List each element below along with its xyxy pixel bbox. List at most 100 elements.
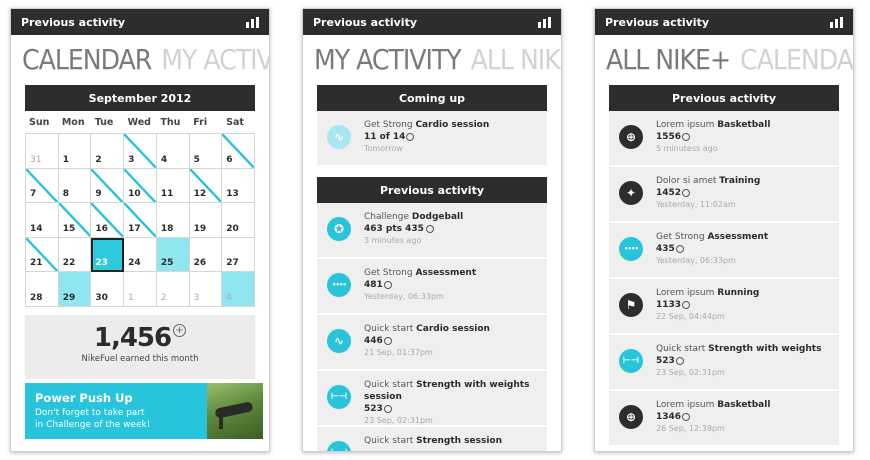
activity-item[interactable]: •••• Get Strong Assessment 481 Yesterday, 0… xyxy=(317,259,547,315)
tab-strip: CALENDARMY ACTIVITYA xyxy=(11,35,269,85)
calendar-day[interactable]: 6 xyxy=(222,134,255,169)
promo-banner[interactable]: Power Push Up Don't forget to take part … xyxy=(25,383,263,439)
calendar-day[interactable]: 8 xyxy=(58,168,92,203)
calendar-day[interactable]: 4 xyxy=(156,134,190,169)
calendar-day[interactable]: 31 xyxy=(26,134,59,169)
activity-program: Quick start xyxy=(364,324,414,334)
activity-item[interactable]: ∿ Quick start Cardio session 446 21 Sep, 01… xyxy=(317,315,547,371)
activity-program: Get Strong xyxy=(656,232,705,242)
activity-program: Quick start xyxy=(656,344,706,354)
activity-item[interactable]: ✦ Dolor si amet Training 1452 Yesterday, 11… xyxy=(609,167,839,223)
activity-value: 1556 xyxy=(656,132,682,142)
calendar-day[interactable]: 7 xyxy=(26,168,59,203)
calendar-day[interactable]: 1 xyxy=(124,272,157,307)
activity-time: 5 minutess ago xyxy=(656,144,718,153)
calendar-day-number: 15 xyxy=(62,223,76,234)
activity-name: Strength with weights xyxy=(708,344,822,354)
calendar-day[interactable]: 16 xyxy=(91,203,125,238)
tab-calendar[interactable]: CALENDAR xyxy=(22,35,152,85)
fuel-icon xyxy=(675,244,684,253)
calendar-day[interactable]: 28 xyxy=(26,272,59,307)
calendar-day[interactable]: 27 xyxy=(222,237,255,272)
calendar-day-number: 28 xyxy=(30,292,43,303)
calendar-day[interactable]: 1 xyxy=(58,134,92,169)
activity-item[interactable]: ⊕ Lorem ipsum Basketball 1556 5 minutess ag… xyxy=(609,111,839,167)
activity-item[interactable]: ✪ Challenge Dodgeball 463 pts 435 3 minutes… xyxy=(317,203,547,259)
activity-item[interactable]: ∿ Get Strong Cardio session 11 of 14 Tomorr… xyxy=(317,111,547,167)
calendar-day-number: 27 xyxy=(226,258,239,268)
calendar-day[interactable]: 19 xyxy=(189,203,223,238)
calendar-day[interactable]: 10 xyxy=(124,168,157,203)
calendar-day-selected[interactable]: 23 xyxy=(91,237,125,272)
bar-chart-icon[interactable] xyxy=(830,16,843,28)
calendar-day[interactable]: 26 xyxy=(189,237,223,272)
top-bar: Previous activity xyxy=(303,9,561,35)
weekday-label: Mon xyxy=(61,116,85,128)
calendar-day[interactable]: 12 xyxy=(189,168,223,203)
tab-all-nike[interactable]: ALL NIKE+ xyxy=(471,35,561,85)
calendar-day-number: 13 xyxy=(226,189,239,199)
calendar-day[interactable]: 17 xyxy=(124,203,157,238)
fuel-icon xyxy=(406,132,415,141)
calendar-day-number: 14 xyxy=(30,223,43,234)
activity-time: 26 Sep, 12:39pm xyxy=(656,424,725,433)
calendar-day-number: 29 xyxy=(62,292,76,303)
top-bar-title: Previous activity xyxy=(605,15,709,29)
calendar-day[interactable]: 4 xyxy=(222,272,255,307)
tab-all-nike[interactable]: ALL NIKE+ xyxy=(606,35,731,85)
calendar-day-number: 17 xyxy=(128,223,141,234)
calendar-day[interactable]: 11 xyxy=(156,168,190,203)
fuel-icon xyxy=(682,132,691,141)
calendar-day[interactable]: 13 xyxy=(222,168,255,203)
calendar-day[interactable]: 2 xyxy=(91,134,125,169)
fuel-icon xyxy=(675,356,684,365)
calendar-day[interactable]: 30 xyxy=(91,272,125,307)
fuel-icon xyxy=(383,404,392,413)
activity-item[interactable]: •••• Get Strong Assessment 435 Yesterday, 0… xyxy=(609,223,839,279)
calendar-day[interactable]: 2 xyxy=(156,272,190,307)
bar-chart-icon[interactable] xyxy=(538,16,551,28)
calendar-day[interactable]: 15 xyxy=(58,203,92,238)
calendar-day[interactable]: 3 xyxy=(189,272,223,307)
activity-name: Cardio session xyxy=(416,324,490,334)
calendar-day-number: 31 xyxy=(30,154,42,165)
activity-value: 523 xyxy=(364,404,383,414)
fuel-icon xyxy=(682,412,691,421)
calendar-day[interactable]: 22 xyxy=(58,237,92,272)
activity-value: 463 pts 435 xyxy=(364,224,424,234)
calendar-day[interactable]: 25 xyxy=(156,237,190,272)
tab-my-activity[interactable]: MY ACTIVITY xyxy=(161,35,269,85)
activity-item[interactable]: ⊢⊣ Quick start Strength session xyxy=(317,427,547,451)
calendar-day-number: 26 xyxy=(193,258,207,268)
tab-calendar[interactable]: CALENDAR xyxy=(740,35,853,85)
calendar-day[interactable]: 5 xyxy=(189,134,223,169)
bar-chart-icon[interactable] xyxy=(246,16,259,28)
calendar-day[interactable]: 21 xyxy=(26,237,59,272)
activity-name: Basketball xyxy=(717,120,771,130)
calendar-day[interactable]: 20 xyxy=(222,203,255,238)
dumbbell-icon: ⊢⊣ xyxy=(619,349,643,373)
calendar-day[interactable]: 29 xyxy=(58,272,92,307)
activity-item[interactable]: ⊢⊣ Quick start Strength with weights 523 23… xyxy=(609,335,839,391)
activity-value: 523 xyxy=(656,356,675,366)
tab-strip: MY ACTIVITYALL NIKE+C xyxy=(303,35,561,85)
calendar-day-number: 2 xyxy=(160,292,167,303)
tab-my-activity[interactable]: MY ACTIVITY xyxy=(314,35,462,85)
calendar-day[interactable]: 14 xyxy=(26,203,59,238)
calendar-day-number: 3 xyxy=(128,154,135,165)
weekday-label: Sat xyxy=(226,116,244,128)
activity-time: 23 Sep, 02:31pm xyxy=(656,368,725,377)
screen-calendar: Previous activity CALENDARMY ACTIVITYA S… xyxy=(10,8,270,452)
calendar-day-number: 4 xyxy=(226,292,233,303)
dots-icon: •••• xyxy=(619,237,643,261)
coming-up-header: Coming up xyxy=(317,85,547,111)
calendar-day[interactable]: 24 xyxy=(124,237,157,272)
calendar-day[interactable]: 18 xyxy=(156,203,190,238)
activity-item[interactable]: ⊢⊣ Quick start Strength with weights sess… xyxy=(317,371,547,427)
activity-item[interactable]: ⚑ Lorem ipsum Running 1133 22 Sep, 04:44pm xyxy=(609,279,839,335)
activity-program: Quick start xyxy=(364,436,414,446)
calendar-day-number: 16 xyxy=(95,223,108,234)
activity-item[interactable]: ⊕ Lorem ipsum Basketball 1346 26 Sep, 12:39… xyxy=(609,391,839,447)
calendar-day[interactable]: 9 xyxy=(91,168,125,203)
calendar-day[interactable]: 3 xyxy=(124,134,157,169)
